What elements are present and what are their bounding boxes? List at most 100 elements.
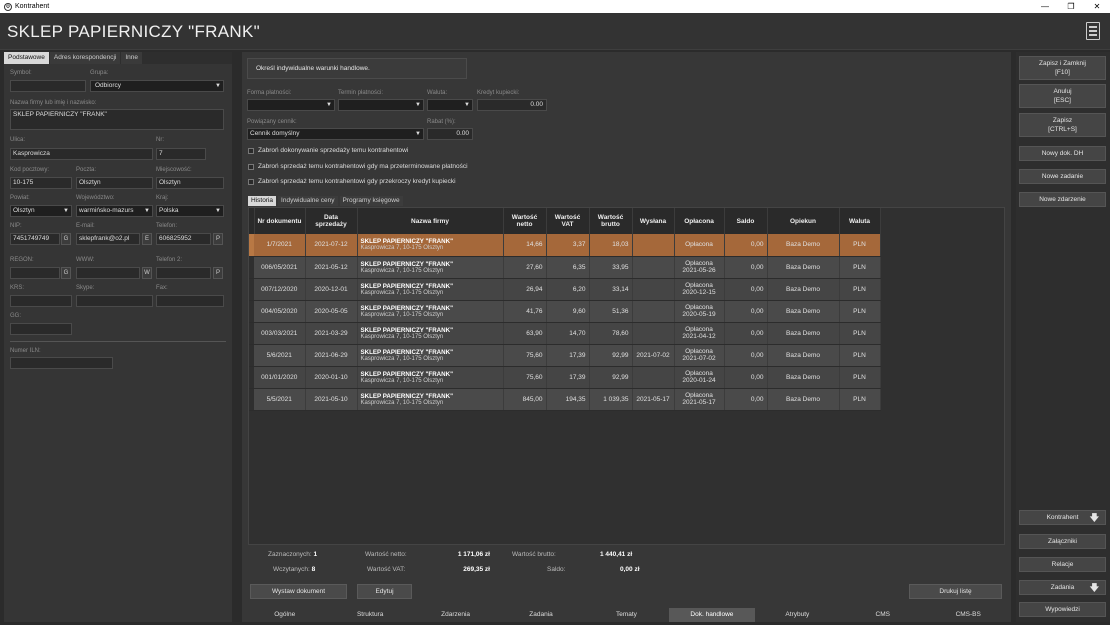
documents-table: Nr dokumentu Data sprzedaży Nazwa firmy …	[249, 208, 881, 411]
table-row[interactable]: 001/01/2020 2020-01-10 SKLEP PAPIERNICZY…	[249, 366, 881, 389]
nazwa-field[interactable]: SKLEP PAPIERNICZY "FRANK"	[10, 109, 224, 130]
symbol-field[interactable]	[10, 80, 86, 92]
cell-oplacona: Opłacona 2020-01-24	[674, 366, 725, 389]
col-wartosc-netto[interactable]: Wartość netto	[503, 208, 547, 234]
nowe-zadanie-button[interactable]: Nowe zadanie	[1019, 169, 1106, 184]
chevron-down-icon: ▼	[415, 131, 421, 137]
anuluj-button[interactable]: Anuluj [ESC]	[1019, 84, 1106, 108]
nr-field[interactable]: 7	[156, 148, 206, 160]
gus-button[interactable]: G	[61, 233, 71, 245]
tab-dok-handlowe[interactable]: Dok. handlowe	[669, 608, 755, 622]
col-nr-dokumentu[interactable]: Nr dokumentu	[254, 208, 306, 234]
nowe-zdarzenie-button[interactable]: Nowe zdarzenie	[1019, 192, 1106, 207]
cennik-select[interactable]: Cennik domyślny ▼	[247, 128, 424, 140]
col-opiekun[interactable]: Opiekun	[767, 208, 840, 234]
maximize-button[interactable]: ❐	[1058, 0, 1084, 13]
kod-field[interactable]: 10-175	[10, 177, 72, 189]
tab-adres-korespondencji[interactable]: Adres korespondencji	[49, 52, 121, 64]
tab-zadania[interactable]: Zadania	[498, 608, 583, 622]
ulica-field[interactable]: Kasprowicza	[10, 148, 153, 160]
email-field[interactable]: sklepfrank@o2.pl	[76, 233, 140, 245]
col-wartosc-brutto[interactable]: Wartość brutto	[589, 208, 633, 234]
relacje-button[interactable]: Relacje	[1019, 557, 1106, 572]
tab-programy-ksiegowe[interactable]: Programy księgowe	[339, 196, 403, 206]
telefon-field[interactable]: 606825952	[156, 233, 211, 245]
col-nazwa-firmy[interactable]: Nazwa firmy	[357, 208, 504, 234]
table-row[interactable]: 004/05/2020 2020-05-05 SKLEP PAPIERNICZY…	[249, 300, 881, 323]
gg-field[interactable]	[10, 323, 72, 335]
table-row[interactable]: 5/5/2021 2021-05-10 SKLEP PAPIERNICZY "F…	[249, 388, 881, 411]
checkbox-box[interactable]	[248, 147, 254, 154]
regon-gus-button[interactable]: G	[61, 267, 71, 279]
checkbox-kredyt[interactable]: Zabroń sprzedaż temu kontrahentowi gdy p…	[248, 178, 456, 185]
krs-field[interactable]	[10, 295, 72, 307]
table-row[interactable]: 5/6/2021 2021-06-29 SKLEP PAPIERNICZY "F…	[249, 344, 881, 367]
drukuj-liste-button[interactable]: Drukuj listę	[909, 584, 1002, 599]
wystaw-dokument-button[interactable]: Wystaw dokument	[250, 584, 347, 599]
zapisz-button[interactable]: Zapisz [CTRL+S]	[1019, 113, 1106, 137]
termin-platnosci-select[interactable]: ▼	[338, 99, 424, 111]
oplacona-status: Opłacona	[685, 282, 713, 289]
rabat-field[interactable]: 0.00	[427, 128, 473, 140]
grupa-select[interactable]: Odbiorcy ▼	[90, 80, 224, 92]
oplacona-status: Opłacona	[685, 241, 713, 249]
tab-atrybuty[interactable]: Atrybuty	[755, 608, 840, 622]
tab-tematy[interactable]: Tematy	[584, 608, 669, 622]
waluta-select[interactable]: ▼	[427, 99, 473, 111]
cell-netto: 14,66	[503, 234, 547, 257]
wojewodztwo-select[interactable]: warmińsko-mazurs ▼	[76, 205, 153, 217]
checkbox-box[interactable]	[248, 163, 254, 170]
tab-struktura[interactable]: Struktura	[327, 608, 412, 622]
table-row[interactable]: 007/12/2020 2020-12-01 SKLEP PAPIERNICZY…	[249, 278, 881, 301]
kraj-select[interactable]: Polska ▼	[156, 205, 224, 217]
zalaczniki-button[interactable]: Załączniki	[1019, 534, 1106, 549]
col-data-sprzedazy[interactable]: Data sprzedaży	[305, 208, 358, 234]
powiat-select[interactable]: Olsztyn ▼	[10, 205, 72, 217]
wypowiedzi-button[interactable]: Wypowiedzi	[1019, 602, 1106, 617]
skype-field[interactable]	[76, 295, 153, 307]
tab-historia[interactable]: Historia	[248, 196, 277, 206]
iln-field[interactable]	[10, 357, 113, 369]
edytuj-button[interactable]: Edytuj	[357, 584, 412, 599]
table-row[interactable]: 003/03/2021 2021-03-29 SKLEP PAPIERNICZY…	[249, 322, 881, 345]
zapisz-i-zamknij-button[interactable]: Zapisz i Zamknij [F10]	[1019, 56, 1106, 80]
tab-cms[interactable]: CMS	[840, 608, 925, 622]
regon-field[interactable]	[10, 267, 60, 279]
close-button[interactable]: ✕	[1084, 0, 1110, 13]
kredyt-field[interactable]: 0.00	[477, 99, 547, 111]
table-row[interactable]: 006/05/2021 2021-05-12 SKLEP PAPIERNICZY…	[249, 256, 881, 279]
table-row[interactable]: 1/7/2021 2021-07-12 SKLEP PAPIERNICZY "F…	[249, 234, 881, 257]
nip-field[interactable]: 7451749749	[10, 233, 60, 245]
www-button[interactable]: W	[142, 267, 152, 279]
tab-cms-bs[interactable]: CMS-BS	[926, 608, 1011, 622]
fax-field[interactable]	[156, 295, 224, 307]
zadania-button[interactable]: Zadania 🡇	[1019, 580, 1106, 595]
kontrahent-button[interactable]: Kontrahent 🡇	[1019, 510, 1106, 525]
document-menu-icon[interactable]	[1086, 22, 1100, 40]
tab-inne[interactable]: Inne	[121, 52, 143, 64]
col-oplacona[interactable]: Opłacona	[674, 208, 725, 234]
firma-name: SKLEP PAPIERNICZY "FRANK"	[360, 304, 454, 312]
col-waluta[interactable]: Waluta	[839, 208, 881, 234]
tab-indywidualne-ceny[interactable]: Indywidualne ceny	[278, 196, 338, 206]
email-button[interactable]: E	[142, 233, 152, 245]
www-field[interactable]	[76, 267, 140, 279]
tab-ogolne[interactable]: Ogólne	[242, 608, 327, 622]
miejscowosc-field[interactable]: Olsztyn	[156, 177, 224, 189]
phone-button[interactable]: P	[213, 233, 223, 245]
poczta-field[interactable]: Olsztyn	[76, 177, 153, 189]
phone2-button[interactable]: P	[213, 267, 223, 279]
tab-zdarzenia[interactable]: Zdarzenia	[413, 608, 498, 622]
forma-platnosci-select[interactable]: ▼	[247, 99, 335, 111]
checkbox-box[interactable]	[248, 178, 254, 185]
tab-podstawowe[interactable]: Podstawowe	[4, 52, 49, 64]
nowy-dok-dh-button[interactable]: Nowy dok. DH	[1019, 146, 1106, 161]
telefon2-field[interactable]	[156, 267, 211, 279]
col-saldo[interactable]: Saldo	[724, 208, 768, 234]
minimize-button[interactable]: —	[1032, 0, 1058, 13]
col-wyslana[interactable]: Wysłana	[632, 208, 675, 234]
forma-platnosci-label: Forma płatności:	[247, 90, 292, 96]
checkbox-zabron-sprzedazy[interactable]: Zabroń dokonywanie sprzedaży temu kontra…	[248, 147, 408, 154]
checkbox-przeterminowane[interactable]: Zabroń sprzedaż temu kontrahentowi gdy m…	[248, 163, 468, 170]
col-wartosc-vat[interactable]: Wartość VAT	[546, 208, 590, 234]
